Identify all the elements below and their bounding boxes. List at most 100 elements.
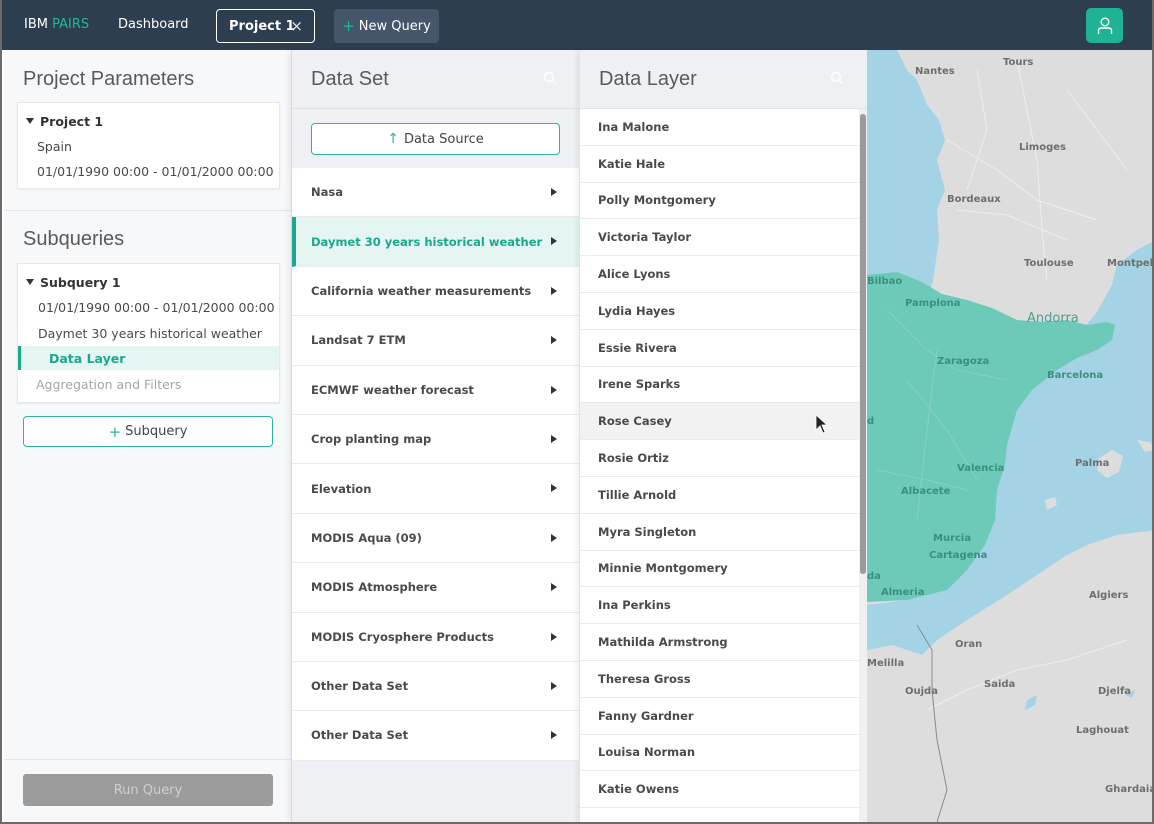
user-profile-button[interactable] <box>1086 8 1123 43</box>
subquery-name: Subquery 1 <box>40 274 121 290</box>
datalayer-item-label: Minnie Montgomery <box>598 561 728 576</box>
map-canvas <box>867 50 1152 822</box>
datalayer-item[interactable]: Minnie Montgomery <box>580 550 859 588</box>
map-label-partial-da: da <box>867 571 881 582</box>
datalayer-item[interactable]: Ina Malone <box>580 109 859 146</box>
aggregation-step-label: Aggregation and Filters <box>36 376 182 392</box>
datalayer-item-label: Theresa Gross <box>598 671 691 686</box>
project-date-range[interactable]: 01/01/1990 00:00 - 01/01/2000 00:00 <box>18 159 279 183</box>
subquery-step-data-layer[interactable]: Data Layer <box>18 346 279 370</box>
divider <box>4 759 292 760</box>
dataset-item-label: ECMWF weather forecast <box>311 382 474 397</box>
caret-right-icon <box>551 188 557 196</box>
datalayer-list: Ina Malone Katie Hale Polly Montgomery Vict… <box>580 109 859 822</box>
datalayer-item-label: Irene Sparks <box>598 377 681 392</box>
brand-logo[interactable]: IBM PAIRS <box>24 17 89 32</box>
dataset-item-label: Other Data Set <box>311 679 409 694</box>
caret-right-icon <box>551 336 557 345</box>
dataset-item[interactable]: MODIS Cryosphere Products <box>292 612 579 662</box>
add-subquery-button[interactable]: + Subquery <box>23 416 273 447</box>
datalayer-item[interactable]: Katie Hale <box>580 145 859 183</box>
close-icon[interactable]: × <box>290 17 303 35</box>
dataset-item-label: Elevation <box>311 481 372 496</box>
dataset-item-label: California weather measurements <box>311 283 532 298</box>
dataset-item[interactable]: Landsat 7 ETM <box>292 316 579 366</box>
datalayer-item-label: Louisa Norman <box>598 745 696 760</box>
datalayer-item[interactable]: Rosie Ortiz <box>580 440 859 477</box>
data-source-label: Data Source <box>403 131 484 147</box>
datalayer-item[interactable]: Tillie Arnold <box>580 476 859 514</box>
dataset-item[interactable]: Other Data Set <box>292 661 579 712</box>
datalayer-item[interactable]: Polly Montgomery <box>580 182 859 220</box>
map-label-partial-d: d <box>867 416 875 427</box>
subquery-tree-toggle[interactable]: Subquery 1 <box>18 270 279 294</box>
datalayer-item-label: Rosie Ortiz <box>598 451 669 466</box>
scrollbar-thumb[interactable] <box>860 114 866 574</box>
datalayer-item[interactable]: Fanny Gardner <box>580 697 859 735</box>
data-source-area: ↑ Data Source <box>292 109 580 168</box>
subquery-dataset-label: Daymet 30 years historical weather <box>38 325 262 341</box>
data-layer-step-label: Data Layer <box>49 350 126 366</box>
map-label-ghardaia: Ghardaia <box>1105 784 1154 795</box>
mouse-cursor-icon <box>815 414 829 434</box>
subquery-date-range[interactable]: 01/01/1990 00:00 - 01/01/2000 00:00 <box>18 295 279 319</box>
datalayer-item-label: Myra Singleton <box>598 524 697 539</box>
dataset-item[interactable]: Nasa <box>292 168 579 218</box>
nav-dashboard-link[interactable]: Dashboard <box>118 17 189 32</box>
datalayer-header: Data Layer <box>580 50 867 109</box>
datalayer-item[interactable]: Irene Sparks <box>580 366 859 404</box>
dataset-header: Data Set <box>292 50 580 109</box>
caret-right-icon <box>551 632 557 641</box>
tab-project-1[interactable]: Project 1 × <box>216 9 315 43</box>
dataset-item-label: Crop planting map <box>311 432 432 447</box>
new-query-button[interactable]: + New Query <box>334 9 439 43</box>
datalayer-item[interactable]: Lydia Hayes <box>580 292 859 330</box>
datalayer-item[interactable]: Victoria Taylor <box>580 219 859 257</box>
map-label-cartagena: Cartagena <box>929 550 988 561</box>
plus-icon: + <box>342 17 355 35</box>
datalayer-item[interactable]: Theresa Gross <box>580 660 859 698</box>
dataset-item[interactable]: MODIS Aqua (09) <box>292 513 579 564</box>
map-view[interactable]: Nantes Tours Limoges Bordeaux Toulouse M… <box>867 50 1154 822</box>
dataset-item[interactable]: ECMWF weather forecast <box>292 365 579 415</box>
datalayer-item[interactable]: Alice Lyons <box>580 256 859 293</box>
dataset-item[interactable]: Other Data Set <box>292 711 579 761</box>
top-navigation-bar: IBM PAIRS Dashboard Project 1 × + New Qu… <box>2 0 1152 50</box>
datalayer-item[interactable]: Ina Perkins <box>580 587 859 625</box>
datalayer-item[interactable]: Katie Owens <box>580 771 859 809</box>
map-label-pamplona: Pamplona <box>905 298 961 309</box>
subquery-step-aggregation[interactable]: Aggregation and Filters <box>18 372 279 396</box>
add-subquery-label: Subquery <box>125 424 188 439</box>
caret-right-icon <box>551 533 557 542</box>
project-parameters-panel: Project Parameters Project 1 Spain 01/01… <box>4 50 292 822</box>
data-source-button[interactable]: ↑ Data Source <box>311 123 560 155</box>
search-icon[interactable] <box>542 70 558 86</box>
caret-right-icon <box>551 731 557 740</box>
dataset-item[interactable]: California weather measurements <box>292 266 579 317</box>
datalayer-panel: Data Layer Ina Malone Katie Hale Polly Mon… <box>580 50 867 822</box>
datalayer-item-label: Essie Rivera <box>598 340 677 355</box>
subquery-dataset[interactable]: Daymet 30 years historical weather <box>18 321 279 345</box>
brand-accent: PAIRS <box>52 17 90 32</box>
project-region[interactable]: Spain <box>18 134 279 158</box>
dataset-item[interactable]: MODIS Atmosphere <box>292 563 579 613</box>
dataset-item[interactable]: Elevation <box>292 464 579 514</box>
datalayer-title: Data Layer <box>599 68 697 90</box>
datalayer-item[interactable]: Myra Singleton <box>580 513 859 551</box>
datalayer-item-label: Lydia Hayes <box>598 303 676 318</box>
datalayer-item[interactable]: Louisa Norman <box>580 734 859 772</box>
caret-down-icon <box>26 118 34 124</box>
search-icon[interactable] <box>829 70 845 86</box>
datalayer-item-label: Rose Casey <box>598 414 672 429</box>
map-label-valencia: Valencia <box>957 463 1005 474</box>
map-label-toulouse: Toulouse <box>1024 258 1074 269</box>
dataset-item[interactable]: Crop planting map <box>292 414 579 465</box>
datalayer-item-label: Alice Lyons <box>598 267 671 282</box>
dataset-list: Nasa Daymet 30 years historical weather Ca… <box>292 168 579 761</box>
datalayer-item[interactable]: Mathilda Armstrong <box>580 624 859 661</box>
dataset-item[interactable]: Daymet 30 years historical weather <box>292 217 579 267</box>
datalayer-item[interactable]: Essie Rivera <box>580 329 859 367</box>
run-query-button[interactable]: Run Query <box>23 774 273 806</box>
project-tree-toggle[interactable]: Project 1 <box>18 109 279 133</box>
map-label-melilla: Melilla <box>867 658 905 669</box>
